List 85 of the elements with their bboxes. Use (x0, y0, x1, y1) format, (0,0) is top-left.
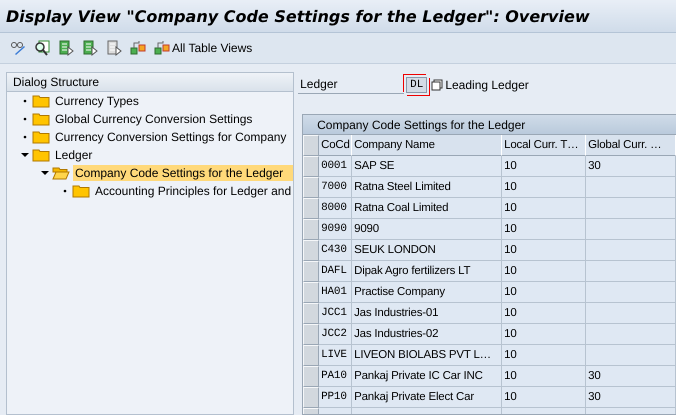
table-cell: 8000 (319, 198, 352, 219)
expanded-arrow-icon[interactable] (21, 151, 29, 159)
expanded-arrow-icon[interactable] (41, 169, 49, 177)
table-cell: 10 (502, 177, 586, 198)
table-cell: 10 (502, 387, 586, 408)
table-cell: LIVE (319, 345, 352, 366)
column-header[interactable]: CoCd (319, 135, 352, 156)
table-cell: 10 (502, 198, 586, 219)
table-cell: C430 (319, 240, 352, 261)
table-cell: Jas Industries-02 (352, 324, 502, 345)
table-cell: SAP SE (352, 156, 502, 177)
tree-item[interactable]: Accounting Principles for Ledger and (93, 183, 294, 199)
table-cell: Practise Company (352, 282, 502, 303)
field-label: Ledger (298, 76, 404, 94)
table-cell: Jas Industries-01 (352, 303, 502, 324)
folder-icon (32, 130, 50, 144)
table-cell: 30 (586, 156, 676, 177)
row-selector[interactable] (303, 303, 320, 324)
row-selector[interactable] (303, 387, 320, 408)
input-field[interactable]: DL (406, 77, 428, 93)
window-title: Display View "Company Code Settings for the Ledger": Overview (6, 6, 590, 26)
row-selector[interactable] (303, 177, 320, 198)
table-cell: 10 (502, 156, 586, 177)
table-cell: 10 (502, 219, 586, 240)
tree-item[interactable]: Ledger (53, 147, 94, 163)
table-cell: 30 (586, 366, 676, 387)
table-cell: Pankaj Private IC Car INC (352, 366, 502, 387)
folder-icon (32, 94, 50, 108)
tree-item[interactable]: Global Currency Conversion Settings (53, 111, 254, 127)
tree-item[interactable]: Currency Types (53, 93, 141, 109)
table-cell: HA01 (319, 282, 352, 303)
document-arrow-icon (106, 40, 122, 56)
table-cell: 0001 (319, 156, 352, 177)
table-cell: 9090 (319, 219, 352, 240)
table-cell: PA10 (319, 366, 352, 387)
row-selector[interactable] (303, 345, 320, 366)
table-title: Company Code Settings for the Ledger (317, 118, 526, 132)
table-cell: 10 (502, 261, 586, 282)
column-header[interactable]: Global Curr. … (586, 135, 676, 156)
glasses-pencil-icon (10, 40, 26, 56)
table-cell: PP10 (319, 387, 352, 408)
table-cell: DAFL (319, 261, 352, 282)
column-header[interactable]: Company Name (352, 135, 502, 156)
search-icon (34, 40, 50, 56)
folder-icon (32, 148, 50, 162)
table-cell: 10 (502, 303, 586, 324)
table-cell: 10 (502, 345, 586, 366)
table-cell: 30 (586, 387, 676, 408)
table-cell: 7000 (319, 177, 352, 198)
panel-title: Dialog Structure (13, 75, 100, 89)
table-cell: 10 (502, 240, 586, 261)
all-table-views-button[interactable]: All Table Views (152, 38, 254, 58)
row-selector[interactable] (303, 219, 320, 240)
table-cell: SEUK LONDON (352, 240, 502, 261)
hierarchy-icon (154, 40, 170, 56)
ledger-description: Leading Ledger (445, 78, 529, 92)
folder-icon (32, 112, 50, 126)
open-folder-icon (52, 166, 70, 180)
table-cell: Ratna Coal Limited (352, 198, 502, 219)
table-cell: Pankaj Private Elect Car (352, 387, 502, 408)
table-cell: 9090 (352, 219, 502, 240)
row-selector[interactable] (303, 198, 320, 219)
row-selector[interactable] (303, 156, 320, 177)
table-cell: 10 (502, 366, 586, 387)
table-cell: LIVEON BIOLABS PVT L… (352, 345, 502, 366)
value-help-icon[interactable] (431, 79, 444, 91)
hierarchy-icon (130, 40, 146, 56)
table-cell: 10 (502, 282, 586, 303)
tree-item[interactable]: Company Code Settings for the Ledger (73, 165, 294, 181)
table-cell: 10 (502, 324, 586, 345)
table-cell: JCC2 (319, 324, 352, 345)
folder-icon (72, 184, 90, 198)
tree-item[interactable]: Currency Conversion Settings for Company (53, 129, 288, 145)
document-arrow-icon (82, 40, 98, 56)
column-header[interactable]: Local Curr. T… (502, 135, 586, 156)
row-selector[interactable] (303, 324, 320, 345)
table-cell: JCC1 (319, 303, 352, 324)
row-selector[interactable] (303, 366, 320, 387)
row-selector[interactable] (303, 240, 320, 261)
document-arrow-icon (58, 40, 74, 56)
table-cell: Dipak Agro fertilizers LT (352, 261, 502, 282)
table-cell: Ratna Steel Limited (352, 177, 502, 198)
row-selector[interactable] (303, 282, 320, 303)
select-all-button[interactable] (303, 135, 320, 156)
row-selector[interactable] (303, 261, 320, 282)
